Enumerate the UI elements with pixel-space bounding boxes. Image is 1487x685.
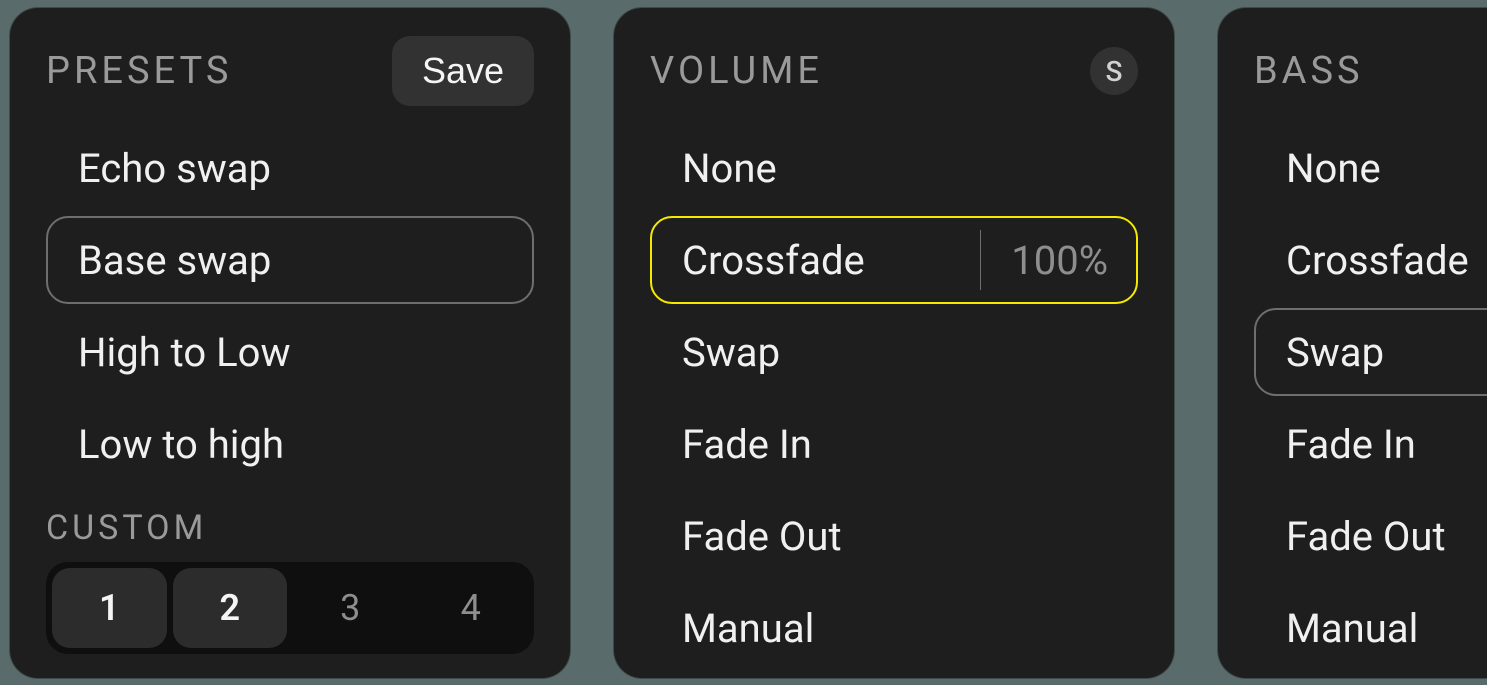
preset-item-label: Base swap xyxy=(78,237,271,284)
bass-item-fade-in[interactable]: Fade In xyxy=(1254,400,1487,488)
bass-item-label: Manual xyxy=(1286,605,1418,652)
bass-panel: BASS None Crossfade Swap Fade In Fade Ou… xyxy=(1218,8,1487,678)
volume-item-value[interactable]: 100% xyxy=(980,230,1136,290)
preset-item-low-to-high[interactable]: Low to high xyxy=(46,400,534,488)
preset-item-base-swap[interactable]: Base swap xyxy=(46,216,534,304)
bass-item-label: Swap xyxy=(1286,329,1384,376)
presets-list: Echo swap Base swap High to Low Low to h… xyxy=(10,124,570,488)
preset-item-label: Echo swap xyxy=(78,145,271,192)
custom-slot-3[interactable]: 3 xyxy=(293,568,408,648)
custom-slot-4[interactable]: 4 xyxy=(414,568,529,648)
bass-list: None Crossfade Swap Fade In Fade Out Man… xyxy=(1218,124,1487,672)
volume-item-label: Crossfade xyxy=(682,237,865,284)
volume-title: VOLUME xyxy=(650,49,823,93)
volume-item-manual[interactable]: Manual xyxy=(650,584,1138,672)
bass-title: BASS xyxy=(1254,49,1364,93)
preset-item-high-to-low[interactable]: High to Low xyxy=(46,308,534,396)
volume-item-swap[interactable]: Swap xyxy=(650,308,1138,396)
custom-slots-row: 1 2 3 4 xyxy=(46,562,534,654)
presets-header: PRESETS Save xyxy=(10,36,570,106)
preset-item-label: Low to high xyxy=(78,421,284,468)
bass-item-label: Crossfade xyxy=(1286,237,1469,284)
bass-item-label: Fade In xyxy=(1286,421,1416,468)
volume-badge[interactable]: S xyxy=(1090,47,1138,95)
volume-header: VOLUME S xyxy=(614,36,1174,106)
volume-item-label: Manual xyxy=(682,605,814,652)
volume-item-label: Fade In xyxy=(682,421,812,468)
bass-item-crossfade[interactable]: Crossfade xyxy=(1254,216,1487,304)
custom-section-label: CUSTOM xyxy=(10,508,570,548)
volume-item-label: Swap xyxy=(682,329,780,376)
bass-item-fade-out[interactable]: Fade Out xyxy=(1254,492,1487,580)
preset-item-echo-swap[interactable]: Echo swap xyxy=(46,124,534,212)
save-button[interactable]: Save xyxy=(392,36,534,106)
volume-item-crossfade[interactable]: Crossfade 100% xyxy=(650,216,1138,304)
volume-list: None Crossfade 100% Swap Fade In Fade Ou… xyxy=(614,124,1174,672)
volume-item-fade-out[interactable]: Fade Out xyxy=(650,492,1138,580)
bass-item-manual[interactable]: Manual xyxy=(1254,584,1487,672)
bass-item-label: None xyxy=(1286,145,1381,192)
bass-header: BASS xyxy=(1218,36,1487,106)
bass-item-label: Fade Out xyxy=(1286,513,1446,560)
volume-item-fade-in[interactable]: Fade In xyxy=(650,400,1138,488)
presets-title: PRESETS xyxy=(46,49,232,93)
bass-item-swap[interactable]: Swap xyxy=(1254,308,1487,396)
volume-item-none[interactable]: None xyxy=(650,124,1138,212)
custom-slot-2[interactable]: 2 xyxy=(173,568,288,648)
preset-item-label: High to Low xyxy=(78,329,291,376)
custom-slot-1[interactable]: 1 xyxy=(52,568,167,648)
volume-panel: VOLUME S None Crossfade 100% Swap Fade I… xyxy=(614,8,1174,678)
volume-item-label: None xyxy=(682,145,777,192)
presets-panel: PRESETS Save Echo swap Base swap High to… xyxy=(10,8,570,678)
bass-item-none[interactable]: None xyxy=(1254,124,1487,212)
volume-item-label: Fade Out xyxy=(682,513,842,560)
